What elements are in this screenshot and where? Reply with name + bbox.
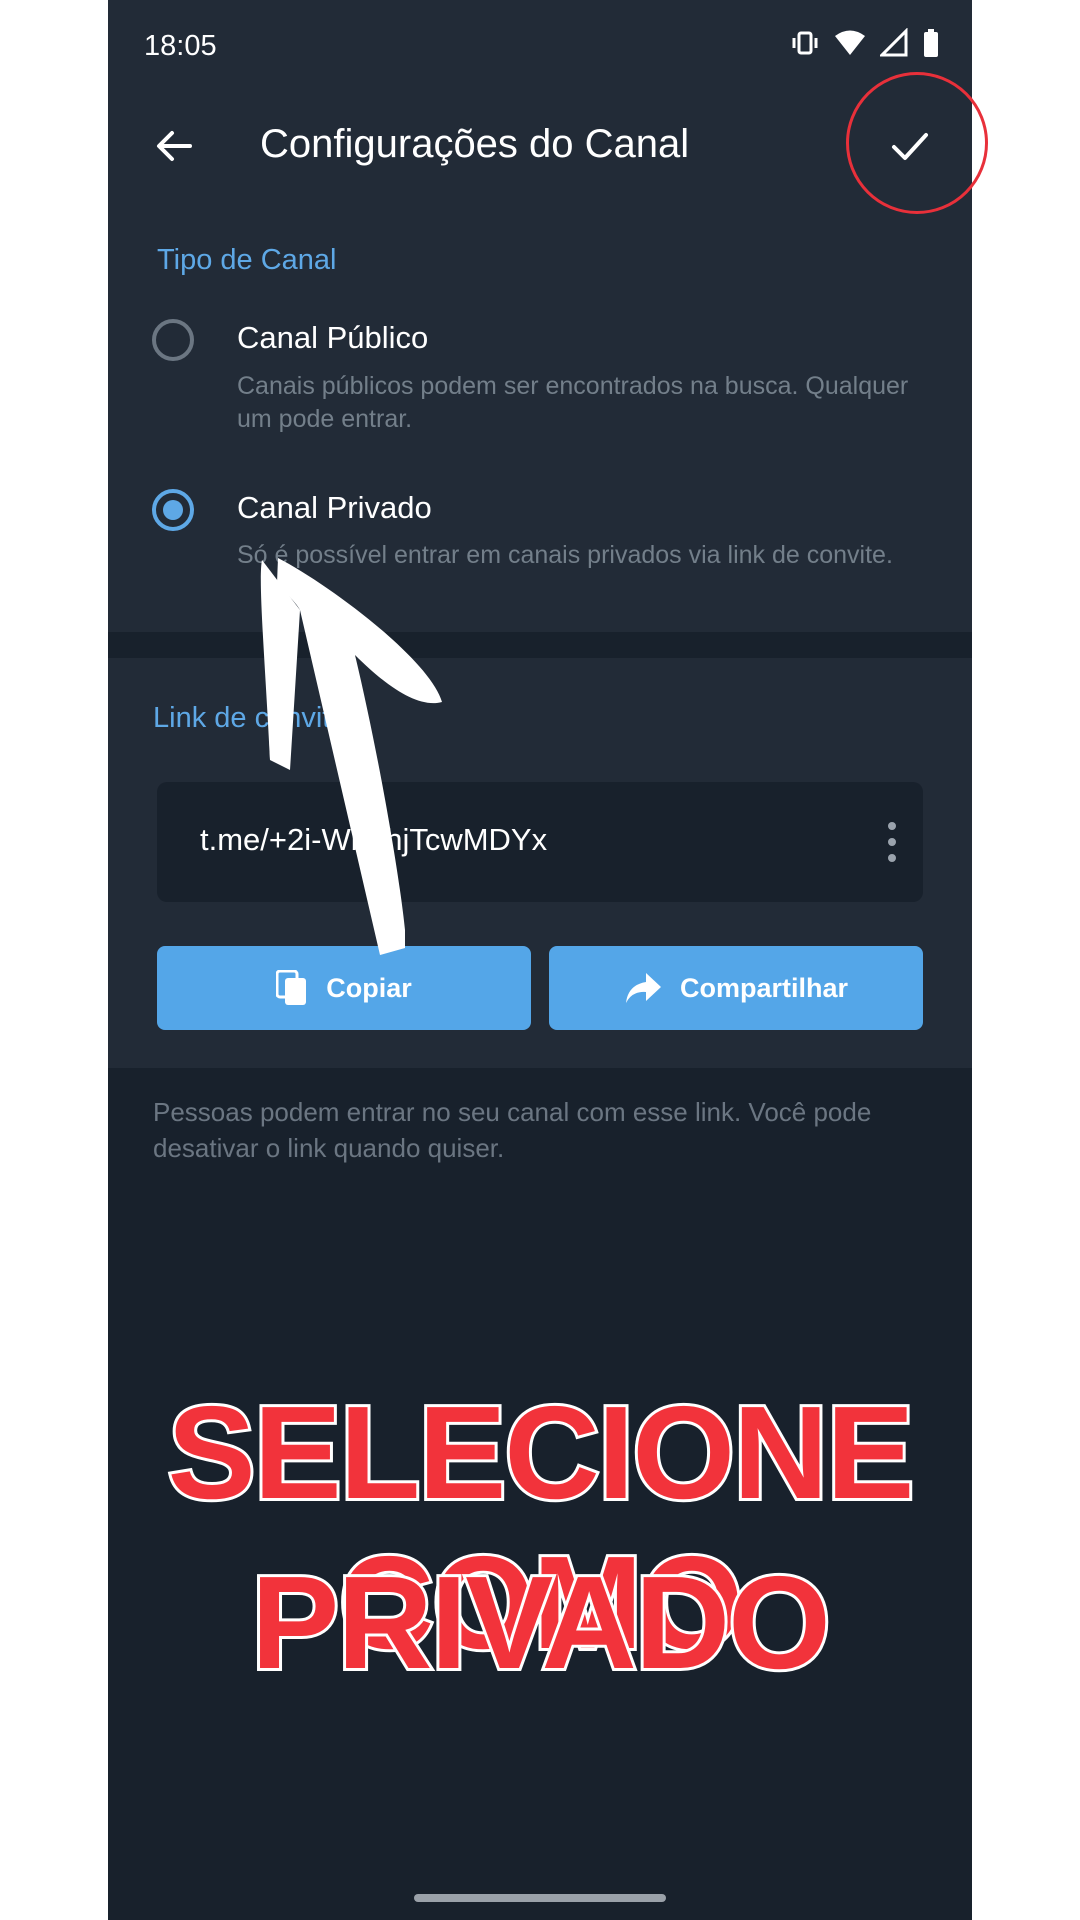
caption-line-2: PRIVADO (248, 1546, 834, 1699)
